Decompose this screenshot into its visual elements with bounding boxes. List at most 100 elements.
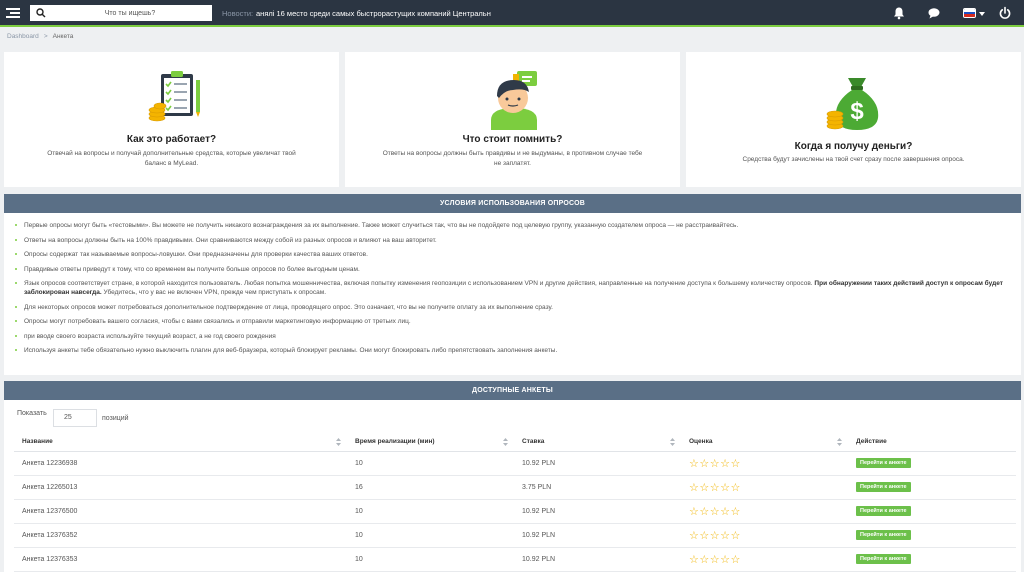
- card-text: Отвечай на вопросы и получай дополнитель…: [47, 150, 296, 167]
- search-input[interactable]: [50, 5, 210, 21]
- survey-rate: 10.92 PLN: [514, 547, 681, 572]
- news-label: Новости:: [222, 9, 254, 18]
- breadcrumb-separator: >: [43, 33, 48, 40]
- sort-icon[interactable]: [503, 438, 508, 446]
- star-icon: ☆☆☆☆☆: [689, 505, 741, 518]
- surveys-heading: ДОСТУПНЫЕ АНКЕТЫ: [4, 381, 1021, 400]
- info-card-how-it-works: Как это работает? Отвечай на вопросы и п…: [4, 52, 339, 187]
- navbar-accent-line: [0, 25, 1024, 27]
- survey-time: 10: [347, 499, 514, 524]
- terms-item: Правдивые ответы приведут к тому, что со…: [12, 265, 1013, 274]
- chevron-down-icon[interactable]: [979, 12, 985, 16]
- power-icon[interactable]: [998, 6, 1012, 20]
- survey-time: 10: [347, 523, 514, 548]
- card-text: Средства будут зачислены на твой счет ср…: [742, 156, 965, 163]
- terms-item: Ответы на вопросы должны быть на 100% пр…: [12, 236, 1013, 245]
- column-header-label: Время реализации (мин): [355, 438, 435, 446]
- terms-list: Первые опросы могут быть «тестовыми». Вы…: [4, 213, 1021, 355]
- menu-toggle-icon[interactable]: [6, 7, 20, 19]
- column-header-rate[interactable]: Ставка: [514, 433, 681, 452]
- terms-panel: УСЛОВИЯ ИСПОЛЬЗОВАНИЯ ОПРОСОВ Первые опр…: [4, 194, 1021, 375]
- star-icon: ☆☆☆☆☆: [689, 529, 741, 542]
- bell-icon[interactable]: [892, 6, 906, 20]
- terms-item: при вводе своего возраста используйте те…: [12, 332, 1013, 341]
- search-box: [30, 5, 212, 21]
- surveys-table: Название Время реализации (мин) Ставка О…: [14, 433, 1016, 572]
- terms-item-text: Язык опросов соответствует стране, в кот…: [24, 280, 813, 287]
- info-card-payout: $ Когда я получу деньги? Средства будут …: [686, 52, 1021, 187]
- page-size-input[interactable]: 25: [53, 409, 97, 427]
- info-card-remember: Что стоит помнить? Ответы на вопросы дол…: [345, 52, 680, 187]
- column-header-rating[interactable]: Оценка: [681, 433, 848, 452]
- top-navbar: Новости: анялі 16 место среди самых быст…: [0, 0, 1024, 27]
- page-size-label: Показать: [17, 410, 47, 417]
- survey-name: Анкета 12236938: [14, 451, 347, 476]
- star-icon: ☆☆☆☆☆: [689, 457, 741, 470]
- survey-name: Анкета 12376352: [14, 523, 347, 548]
- survey-time: 10: [347, 451, 514, 476]
- surveys-panel: ДОСТУПНЫЕ АНКЕТЫ Показать 25 позиций Наз…: [4, 381, 1021, 572]
- star-icon: ☆☆☆☆☆: [689, 481, 741, 494]
- open-survey-button[interactable]: Перейти к анкете: [856, 554, 911, 564]
- breadcrumb-home-link[interactable]: Dashboard: [7, 33, 39, 40]
- money-bag-icon: $: [826, 78, 879, 130]
- survey-name: Анкета 12376500: [14, 499, 347, 524]
- terms-item: Язык опросов соответствует стране, в кот…: [12, 279, 1013, 297]
- survey-name: Анкета 12265013: [14, 475, 347, 500]
- thinking-person-icon: [491, 71, 537, 130]
- terms-heading: УСЛОВИЯ ИСПОЛЬЗОВАНИЯ ОПРОСОВ: [4, 194, 1021, 213]
- terms-item: Первые опросы могут быть «тестовыми». Вы…: [12, 221, 1013, 230]
- card-title: Что стоит помнить?: [462, 134, 563, 145]
- card-text: Ответы на вопросы должны быть правдивы и…: [382, 150, 643, 167]
- open-survey-button[interactable]: Перейти к анкете: [856, 530, 911, 540]
- column-header-action: Действие: [848, 433, 1016, 452]
- card-title: Когда я получу деньги?: [794, 141, 913, 152]
- checklist-clipboard-icon: [148, 71, 200, 122]
- column-header-label: Оценка: [689, 438, 713, 446]
- survey-rate: 3.75 PLN: [514, 475, 681, 500]
- terms-item: Для некоторых опросов может потребоватьс…: [12, 303, 1013, 312]
- table-row: Анкета 12376500 10 10.92 PLN ☆☆☆☆☆ Перей…: [14, 499, 1016, 524]
- sort-icon[interactable]: [837, 438, 842, 446]
- news-ticker[interactable]: анялі 16 место среди самых быстрорастущи…: [256, 9, 494, 18]
- table-header-row: Название Время реализации (мин) Ставка О…: [14, 433, 1016, 452]
- column-header-name[interactable]: Название: [14, 433, 347, 452]
- table-row: Анкета 12265013 16 3.75 PLN ☆☆☆☆☆ Перейт…: [14, 475, 1016, 500]
- survey-time: 10: [347, 547, 514, 572]
- terms-item: Используя анкеты тебе обязательно нужно …: [12, 346, 1013, 355]
- star-rating: ☆☆☆☆☆: [681, 499, 848, 524]
- star-icon: ☆☆☆☆☆: [689, 553, 741, 566]
- table-row: Анкета 12376352 10 10.92 PLN ☆☆☆☆☆ Перей…: [14, 523, 1016, 548]
- page-size-suffix: позиций: [102, 415, 129, 422]
- chat-icon[interactable]: [927, 6, 941, 20]
- sort-icon[interactable]: [670, 438, 675, 446]
- sort-icon[interactable]: [336, 438, 341, 446]
- column-header-time[interactable]: Время реализации (мин): [347, 433, 514, 452]
- svg-text:$: $: [850, 98, 864, 125]
- star-rating: ☆☆☆☆☆: [681, 523, 848, 548]
- open-survey-button[interactable]: Перейти к анкете: [856, 458, 911, 468]
- survey-name: Анкета 12376353: [14, 547, 347, 572]
- table-row: Анкета 12236938 10 10.92 PLN ☆☆☆☆☆ Перей…: [14, 451, 1016, 476]
- search-icon: [36, 8, 46, 18]
- star-rating: ☆☆☆☆☆: [681, 547, 848, 572]
- breadcrumb: Dashboard > Анкета: [7, 33, 73, 40]
- survey-time: 16: [347, 475, 514, 500]
- column-header-label: Действие: [856, 438, 887, 446]
- open-survey-button[interactable]: Перейти к анкете: [856, 482, 911, 492]
- survey-rate: 10.92 PLN: [514, 523, 681, 548]
- card-title: Как это работает?: [126, 134, 217, 145]
- survey-rate: 10.92 PLN: [514, 451, 681, 476]
- column-header-label: Ставка: [522, 438, 545, 446]
- open-survey-button[interactable]: Перейти к анкете: [856, 506, 911, 516]
- breadcrumb-current: Анкета: [52, 33, 74, 40]
- star-rating: ☆☆☆☆☆: [681, 451, 848, 476]
- terms-item-tail: Убедитесь, что у вас не включен VPN, пре…: [103, 289, 327, 296]
- star-rating: ☆☆☆☆☆: [681, 475, 848, 500]
- terms-item: Опросы содержат так называемые вопросы-л…: [12, 250, 1013, 259]
- survey-rate: 10.92 PLN: [514, 499, 681, 524]
- column-header-label: Название: [22, 438, 53, 446]
- terms-item: Опросы могут потребовать вашего согласия…: [12, 317, 1013, 326]
- language-flag-icon[interactable]: [963, 8, 976, 18]
- table-row: Анкета 12376353 10 10.92 PLN ☆☆☆☆☆ Перей…: [14, 547, 1016, 572]
